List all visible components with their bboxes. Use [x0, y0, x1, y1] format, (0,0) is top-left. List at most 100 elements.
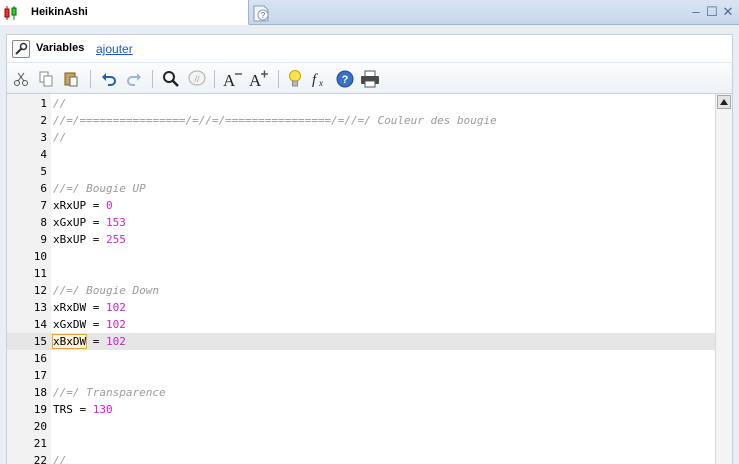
code-line[interactable]: 19 TRS = 130	[7, 401, 715, 418]
redo-icon[interactable]	[123, 68, 145, 90]
code-comment: //	[53, 97, 67, 110]
code-line[interactable]: 18 //=/ Transparence	[7, 384, 715, 401]
code-comment: //=/================/=//=/==============…	[53, 114, 497, 127]
line-code: //	[53, 129, 66, 146]
paste-icon[interactable]	[60, 68, 82, 90]
code-line[interactable]: 14 xGxDW = 102	[7, 316, 715, 333]
code-token: =	[86, 233, 106, 246]
search-icon[interactable]	[160, 68, 182, 90]
scroll-up-arrow-icon[interactable]	[717, 95, 731, 109]
code-line[interactable]: 12 //=/ Bougie Down	[7, 282, 715, 299]
line-number: 11	[33, 267, 47, 280]
code-token: xBxDW	[51, 334, 88, 349]
print-icon[interactable]	[359, 68, 381, 90]
increase-font-icon[interactable]: A	[248, 68, 270, 90]
code-line[interactable]: 20	[7, 418, 715, 435]
lightbulb-icon[interactable]	[284, 68, 306, 90]
code-line[interactable]: 6 //=/ Bougie UP	[7, 180, 715, 197]
code-line[interactable]: 9 xBxUP = 255	[7, 231, 715, 248]
help-doc-icon[interactable]: ?	[252, 4, 272, 22]
line-code: xGxDW = 102	[53, 316, 126, 333]
code-number: 0	[106, 199, 113, 212]
code-token: =	[86, 301, 106, 314]
code-line[interactable]: 15 xBxDW = 102	[7, 333, 715, 350]
line-number: 14	[33, 318, 47, 331]
code-token: TRS	[53, 403, 73, 416]
code-line[interactable]: 2 //=/================/=//=/=============…	[7, 112, 715, 129]
code-line[interactable]: 5	[7, 163, 715, 180]
code-comment: //	[53, 131, 67, 144]
line-number: 8	[40, 216, 47, 229]
line-number: 20	[33, 420, 47, 433]
code-comment: //=/ Transparence	[53, 386, 166, 399]
svg-text://: //	[194, 74, 200, 84]
code-lines: 1 // 2 //=/================/=//=/==========…	[7, 95, 715, 464]
code-line[interactable]: 17	[7, 367, 715, 384]
svg-text:A: A	[249, 71, 262, 88]
line-number: 6	[40, 182, 47, 195]
code-token: xGxUP	[53, 216, 87, 229]
code-number: 153	[106, 216, 126, 229]
line-code: xGxUP = 153	[53, 214, 126, 231]
add-variable-link[interactable]: ajouter	[96, 42, 133, 56]
code-line[interactable]: 3 //	[7, 129, 715, 146]
code-token: =	[86, 318, 106, 331]
code-number: 102	[106, 318, 126, 331]
code-line[interactable]: 7 xRxUP = 0	[7, 197, 715, 214]
line-code: //=/ Transparence	[53, 384, 166, 401]
undo-icon[interactable]	[98, 68, 120, 90]
minimize-button[interactable]: –	[689, 5, 703, 19]
line-code: xBxDW = 102	[51, 333, 126, 350]
line-number: 7	[40, 199, 47, 212]
copy-icon[interactable]	[35, 68, 57, 90]
line-number: 4	[40, 148, 47, 161]
line-code: //=/================/=//=/==============…	[53, 112, 497, 129]
svg-text:A: A	[223, 71, 236, 88]
line-code: //	[53, 95, 66, 112]
svg-text:x: x	[318, 78, 323, 88]
line-number: 21	[33, 437, 47, 450]
line-number: 10	[33, 250, 47, 263]
variables-bar: Variables ajouter	[6, 34, 733, 62]
line-number: 2	[40, 114, 47, 127]
code-line[interactable]: 16	[7, 350, 715, 367]
code-line[interactable]: 11	[7, 265, 715, 282]
code-comment: //=/ Bougie UP	[53, 182, 146, 195]
line-code: xRxUP = 0	[53, 197, 113, 214]
line-number: 13	[33, 301, 47, 314]
code-token: =	[86, 335, 106, 348]
code-comment: //	[53, 454, 67, 464]
code-token: xRxDW	[53, 301, 87, 314]
code-token: =	[72, 403, 93, 416]
line-code: xRxDW = 102	[53, 299, 126, 316]
vertical-scrollbar[interactable]	[715, 94, 732, 464]
code-line[interactable]: 4	[7, 146, 715, 163]
code-editor[interactable]: 1 // 2 //=/================/=//=/==========…	[6, 94, 733, 464]
code-comment: //=/ Bougie Down	[53, 284, 159, 297]
tab-heikinashi[interactable]: HeikinAshi	[0, 0, 249, 25]
code-token: =	[86, 199, 106, 212]
line-number: 15	[33, 335, 47, 348]
code-line[interactable]: 8 xGxUP = 153	[7, 214, 715, 231]
help-icon[interactable]: ?	[334, 68, 356, 90]
maximize-button[interactable]: ☐	[705, 5, 719, 19]
code-line[interactable]: 22 //	[7, 452, 715, 464]
comment-icon[interactable]: //	[186, 68, 208, 90]
code-line[interactable]: 1 //	[7, 95, 715, 112]
wrench-icon[interactable]	[12, 40, 30, 58]
code-line[interactable]: 13 xRxDW = 102	[7, 299, 715, 316]
cut-icon[interactable]	[10, 68, 32, 90]
line-code: TRS = 130	[53, 401, 113, 418]
toolbar-divider	[278, 70, 279, 88]
decrease-font-icon[interactable]: A	[222, 68, 244, 90]
code-line[interactable]: 21	[7, 435, 715, 452]
code-number: 255	[106, 233, 126, 246]
line-number: 3	[40, 131, 47, 144]
toolbar-divider	[90, 70, 91, 88]
function-icon[interactable]: fx	[309, 68, 331, 90]
toolbar-divider	[214, 70, 215, 88]
code-line[interactable]: 10	[7, 248, 715, 265]
close-button[interactable]: ✕	[721, 5, 735, 19]
code-number: 130	[92, 403, 113, 416]
line-code: //=/ Bougie Down	[53, 282, 159, 299]
